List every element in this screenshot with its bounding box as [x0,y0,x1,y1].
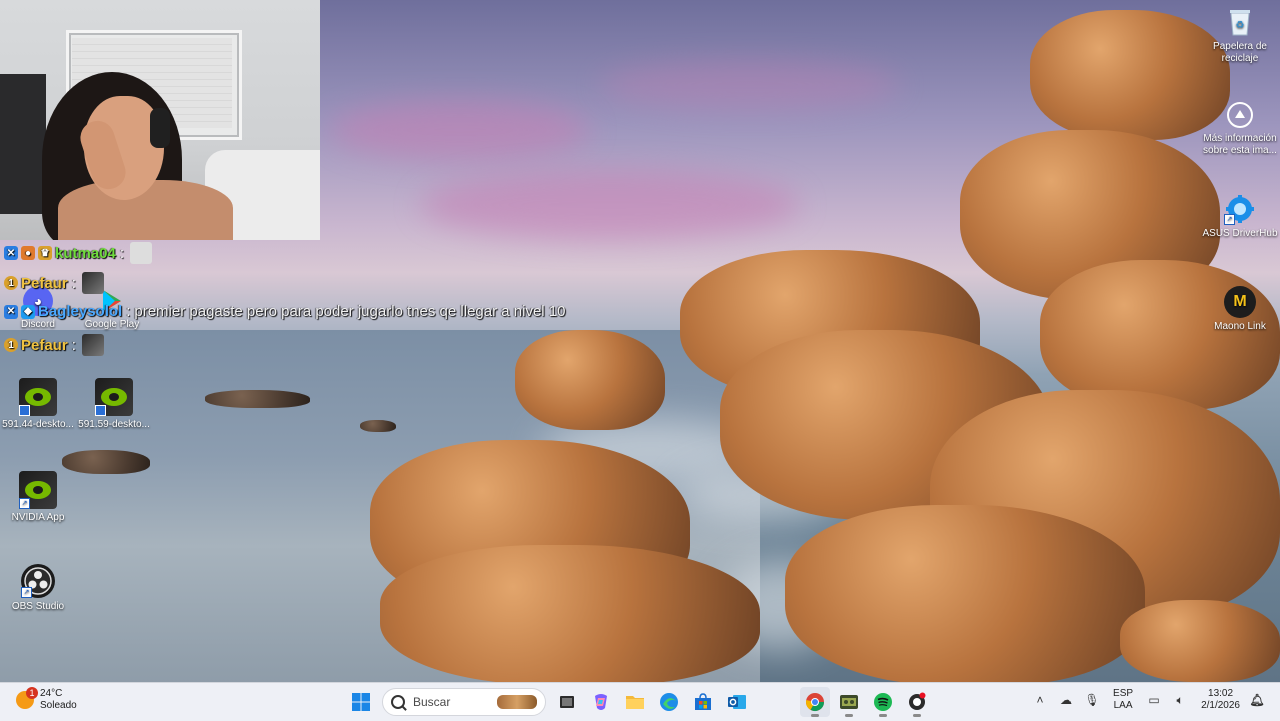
taskbar-apps: Buscar [344,687,934,717]
asus-driverhub-shortcut[interactable]: ↗ ASUS DriverHub [1202,193,1278,240]
badge-icon: 1 [4,276,18,290]
chat-separator: : [126,303,131,320]
nvidia-driver-2-label: 591.59-deskto... [78,419,150,430]
store-icon [695,693,711,710]
nvidia-app-shortcut[interactable]: ↗ NVIDIA App [0,471,76,524]
copilot-button[interactable] [586,687,616,717]
game-app-button[interactable] [902,687,932,717]
keyboard-layout: LAA [1113,700,1133,711]
task-view-button[interactable] [552,687,582,717]
maono-link-icon: M [1224,286,1256,318]
notification-bell-icon[interactable]: 🔔︎ [1248,691,1266,709]
nvidia-app-icon: ↗ [19,471,57,509]
clock-date: 2/1/2026 [1201,700,1240,711]
chat-username: kutma04 [55,244,116,262]
weather-condition: Soleado [40,700,77,711]
emote-icon [130,242,153,264]
spotify-icon [874,693,892,711]
task-view-icon [560,696,574,708]
maono-link-shortcut[interactable]: M Maono Link [1202,286,1278,333]
badge-icon: ✕ [4,304,18,319]
chat-username: Bagleysolol [38,303,123,320]
badge-icon: ♛ [38,246,52,260]
edge-button[interactable] [654,687,684,717]
onedrive-icon[interactable]: ☁ [1057,691,1075,709]
microphone-icon[interactable]: 🎙︎ [1083,691,1101,709]
start-button[interactable] [346,687,376,717]
system-tray: ˄ ☁ 🎙︎ ESP LAA ▭ 🔈︎ 13:02 2/1/2026 🔔︎ [1027,688,1270,712]
nvidia-driver-2-shortcut[interactable]: 591.59-deskto... [76,378,152,431]
more-info-image[interactable]: Más información sobre esta ima... [1202,100,1278,157]
clock[interactable]: 13:02 2/1/2026 [1201,688,1240,712]
windows-icon [352,693,370,711]
weather-widget[interactable]: 1 24°C Soleado [16,687,77,712]
chat-message: ✕ ● ♛ kutma04 : [4,242,153,264]
discord-label: Discord [21,319,55,330]
shelf [0,74,46,214]
svg-text:♻: ♻ [1236,20,1245,31]
folder-icon [626,696,644,709]
game-app-icon [909,692,926,710]
language-code: ESP [1113,688,1134,699]
chat-username: Pefaur [21,336,68,354]
chevron-up-icon[interactable]: ˄ [1031,691,1049,709]
chat-message: ✕ ◆ Bagleysolol : premier pagaste pero p… [4,303,565,320]
weather-alert-badge: 1 [26,687,38,699]
sun-icon: 1 [16,687,38,709]
file-explorer-button[interactable] [620,687,650,717]
webcam-overlay [0,0,320,240]
copilot-icon [595,694,607,710]
recycle-bin-label: Papelera de reciclaje [1213,41,1267,64]
app-icon [840,695,858,709]
clock-time: 13:02 [1208,688,1234,699]
taskbar-search[interactable]: Buscar [382,688,546,716]
badge-icon: ✕ [4,246,18,260]
headset [150,108,170,148]
recycle-bin[interactable]: ♻ Papelera de reciclaje [1202,6,1278,65]
obs-icon: ↗ [21,564,55,598]
badge-icon: ◆ [21,304,35,319]
search-placeholder: Buscar [413,695,451,709]
volume-icon[interactable]: 🔈︎ [1171,691,1189,709]
spotify-button[interactable] [868,687,898,717]
chrome-button[interactable] [800,687,830,717]
chat-separator: : [71,274,76,292]
outlook-icon [728,695,746,709]
obs-label: OBS Studio [11,601,65,612]
chat-message-text: premier pagaste pero para poder jugarlo … [134,303,566,320]
nvidia-app-label: NVIDIA App [11,512,65,523]
recycle-bin-icon: ♻ [1225,6,1255,38]
asus-driverhub-label: ASUS DriverHub [1202,228,1278,239]
chrome-icon [806,693,824,712]
edge-icon [660,693,678,711]
maono-link-label: Maono Link [1214,321,1266,332]
search-icon [391,695,405,709]
google-play-label: Google Play [84,319,140,330]
store-button[interactable] [688,687,718,717]
more-info-label: Más información sobre esta ima... [1203,133,1277,156]
camera-icon [1225,100,1255,130]
emote-icon [81,272,104,294]
outlook-button[interactable] [722,687,752,717]
weather-temp: 24°C [40,688,63,699]
chat-separator: : [71,336,76,354]
emote-icon [81,334,104,356]
obs-studio-shortcut[interactable]: ↗ OBS Studio [0,564,76,613]
chat-message: 1 Pefaur : [4,334,104,356]
badge-icon: 1 [4,338,18,352]
taskbar: 1 24°C Soleado Buscar ˄ ☁ 🎙︎ ESP LAA ▭ 🔈… [0,682,1280,721]
generic-app-button[interactable] [834,687,864,717]
search-highlight-icon [497,695,537,709]
badge-icon: ● [21,246,35,260]
asus-driverhub-icon: ↗ [1224,193,1256,225]
nvidia-driver-1-shortcut[interactable]: 591.44-deskto... [0,378,76,431]
nvidia-driver-1-label: 591.44-deskto... [2,419,74,430]
chat-message: 1 Pefaur : [4,272,104,294]
chat-separator: : [119,244,125,262]
nvidia-driver-icon [95,378,133,416]
chat-username: Pefaur [21,274,68,292]
network-icon[interactable]: ▭ [1145,691,1163,709]
language-indicator[interactable]: ESP LAA [1113,688,1133,712]
nvidia-driver-icon [19,378,57,416]
